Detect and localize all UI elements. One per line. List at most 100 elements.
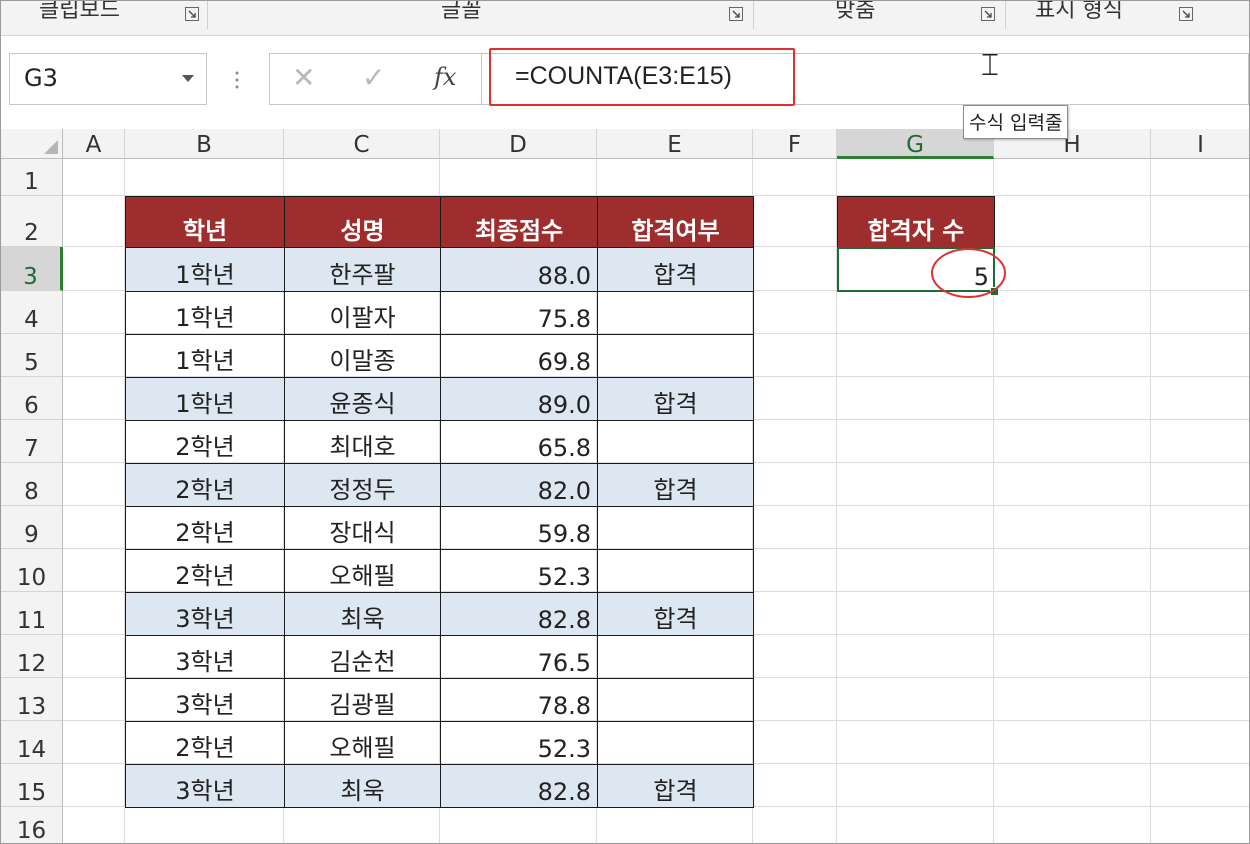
score-cell[interactable]: 82.8 xyxy=(440,764,598,808)
pass-count-header[interactable]: 합격자 수 xyxy=(837,196,995,248)
grade-cell[interactable]: 2학년 xyxy=(125,420,285,464)
pass-cell[interactable]: 합격 xyxy=(597,592,754,636)
name-cell[interactable]: 최욱 xyxy=(284,764,441,808)
formula-bar-grip-icon[interactable] xyxy=(235,70,239,90)
grade-cell[interactable]: 3학년 xyxy=(125,635,285,679)
grade-cell[interactable]: 1학년 xyxy=(125,334,285,378)
row-header-10[interactable]: 10 xyxy=(1,549,63,592)
pass-cell[interactable]: 합격 xyxy=(597,247,754,292)
name-cell[interactable]: 이팔자 xyxy=(284,291,441,335)
table-header-grade[interactable]: 학년 xyxy=(125,196,285,248)
table-header-pass[interactable]: 합격여부 xyxy=(597,196,754,248)
grade-cell[interactable]: 2학년 xyxy=(125,463,285,507)
pass-cell[interactable] xyxy=(597,506,754,550)
pass-cell[interactable]: 합격 xyxy=(597,377,754,421)
grade-cell[interactable]: 3학년 xyxy=(125,764,285,808)
score-cell[interactable]: 82.0 xyxy=(440,463,598,507)
row-header-7[interactable]: 7 xyxy=(1,420,63,463)
name-cell[interactable]: 오해필 xyxy=(284,549,441,593)
pass-cell[interactable]: 합격 xyxy=(597,463,754,507)
pass-cell[interactable] xyxy=(597,334,754,378)
score-cell[interactable]: 89.0 xyxy=(440,377,598,421)
score-cell[interactable]: 52.3 xyxy=(440,549,598,593)
pass-cell[interactable] xyxy=(597,721,754,765)
name-cell[interactable]: 한주팔 xyxy=(284,247,441,292)
row-header-9[interactable]: 9 xyxy=(1,506,63,549)
ribbon-group-alignment-label: 맞춤 xyxy=(835,0,876,23)
name-cell[interactable]: 김광필 xyxy=(284,678,441,722)
score-cell[interactable]: 69.8 xyxy=(440,334,598,378)
score-cell-text: 82.8 xyxy=(537,778,591,806)
row-header-13[interactable]: 13 xyxy=(1,678,63,721)
select-all-corner[interactable] xyxy=(1,129,63,159)
score-cell[interactable]: 78.8 xyxy=(440,678,598,722)
grade-cell[interactable]: 1학년 xyxy=(125,247,285,292)
number-format-launcher-icon[interactable] xyxy=(1179,7,1193,21)
name-cell[interactable]: 김순천 xyxy=(284,635,441,679)
cancel-icon[interactable]: ✕ xyxy=(292,63,315,93)
column-header-c[interactable]: C xyxy=(284,129,440,159)
column-header-a[interactable]: A xyxy=(63,129,125,159)
name-cell[interactable]: 최대호 xyxy=(284,420,441,464)
score-cell[interactable]: 82.8 xyxy=(440,592,598,636)
column-header-b[interactable]: B xyxy=(125,129,284,159)
column-header-e[interactable]: E xyxy=(597,129,753,159)
row-header-5[interactable]: 5 xyxy=(1,334,63,377)
score-cell[interactable]: 59.8 xyxy=(440,506,598,550)
score-cell[interactable]: 75.8 xyxy=(440,291,598,335)
row-header-11[interactable]: 11 xyxy=(1,592,63,635)
grade-cell[interactable]: 3학년 xyxy=(125,678,285,722)
score-cell[interactable]: 65.8 xyxy=(440,420,598,464)
grade-cell[interactable]: 1학년 xyxy=(125,291,285,335)
grade-cell[interactable]: 2학년 xyxy=(125,549,285,593)
grade-cell[interactable]: 3학년 xyxy=(125,592,285,636)
table-header-name[interactable]: 성명 xyxy=(284,196,441,248)
chevron-down-icon[interactable] xyxy=(182,75,194,82)
font-launcher-icon[interactable] xyxy=(729,7,743,21)
row-header-3[interactable]: 3 xyxy=(1,247,63,291)
pass-cell[interactable] xyxy=(597,635,754,679)
enter-check-icon[interactable]: ✓ xyxy=(362,63,385,93)
name-cell-text: 한주팔 xyxy=(329,261,396,289)
row-header-16[interactable]: 16 xyxy=(1,807,63,843)
pass-cell[interactable] xyxy=(597,420,754,464)
name-cell[interactable]: 정정두 xyxy=(284,463,441,507)
column-header-i[interactable]: I xyxy=(1151,129,1249,159)
formula-text[interactable]: =COUNTA(E3:E15) xyxy=(515,62,732,91)
row-header-6[interactable]: 6 xyxy=(1,377,63,420)
table-header-score[interactable]: 최종점수 xyxy=(440,196,598,248)
column-header-d[interactable]: D xyxy=(440,129,597,159)
pass-cell[interactable] xyxy=(597,678,754,722)
row-header-14[interactable]: 14 xyxy=(1,721,63,764)
pass-cell[interactable]: 합격 xyxy=(597,764,754,808)
grade-cell[interactable]: 2학년 xyxy=(125,506,285,550)
row-number: 13 xyxy=(16,694,47,720)
grade-cell[interactable]: 2학년 xyxy=(125,721,285,765)
pass-cell[interactable] xyxy=(597,549,754,593)
name-cell-text: 김광필 xyxy=(329,691,396,719)
score-cell[interactable]: 88.0 xyxy=(440,247,598,292)
row-header-2[interactable]: 2 xyxy=(1,196,63,247)
insert-function-icon[interactable]: fx xyxy=(434,63,456,91)
score-cell[interactable]: 52.3 xyxy=(440,721,598,765)
pass-cell[interactable] xyxy=(597,291,754,335)
name-cell-text: 윤종식 xyxy=(329,390,396,418)
row-header-8[interactable]: 8 xyxy=(1,463,63,506)
row-header-4[interactable]: 4 xyxy=(1,291,63,334)
row-header-1[interactable]: 1 xyxy=(1,159,63,196)
score-cell[interactable]: 76.5 xyxy=(440,635,598,679)
row-header-12[interactable]: 12 xyxy=(1,635,63,678)
name-cell[interactable]: 최욱 xyxy=(284,592,441,636)
alignment-launcher-icon[interactable] xyxy=(981,7,995,21)
name-cell[interactable]: 윤종식 xyxy=(284,377,441,421)
name-cell[interactable]: 오해필 xyxy=(284,721,441,765)
row-header-15[interactable]: 15 xyxy=(1,764,63,807)
column-header-f[interactable]: F xyxy=(753,129,837,159)
name-box[interactable]: G3 xyxy=(9,53,207,105)
name-cell[interactable]: 이말종 xyxy=(284,334,441,378)
ribbon-group-bar: 클립보드 글꼴 맞춤 표시 형식 xyxy=(1,1,1249,36)
clipboard-launcher-icon[interactable] xyxy=(185,7,199,21)
formula-bar-tooltip: 수식 입력줄 xyxy=(963,105,1069,139)
name-cell[interactable]: 장대식 xyxy=(284,506,441,550)
grade-cell[interactable]: 1학년 xyxy=(125,377,285,421)
